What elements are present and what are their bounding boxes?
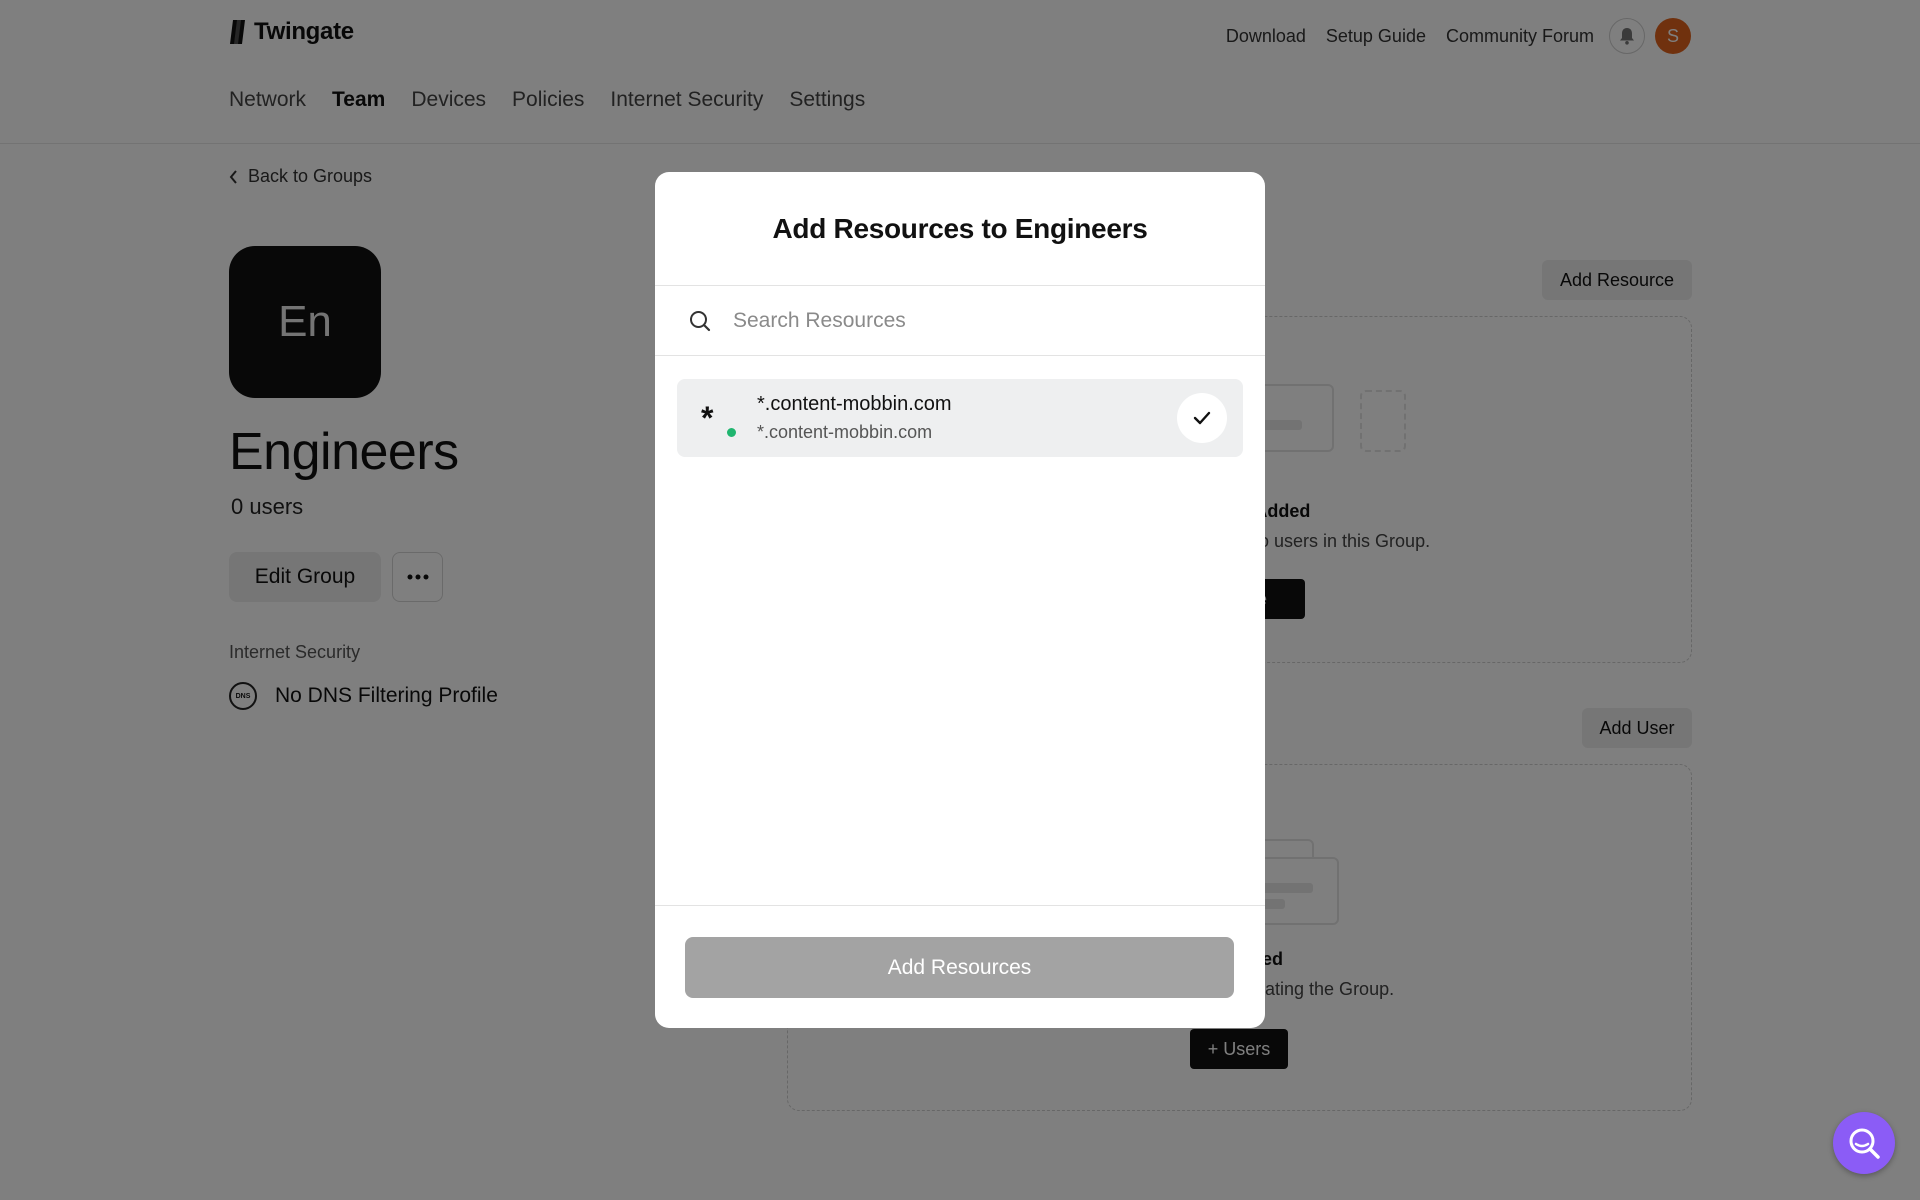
search-resources-input[interactable]: [733, 308, 1213, 333]
check-icon: [1193, 411, 1211, 425]
add-resources-modal: Add Resources to Engineers * *.content-m…: [655, 172, 1265, 1028]
modal-footer: Add Resources: [655, 905, 1265, 1028]
online-status-dot: [725, 426, 738, 439]
help-search-button[interactable]: [1833, 1112, 1895, 1174]
add-resources-submit-button[interactable]: Add Resources: [685, 937, 1234, 998]
search-icon: [690, 310, 711, 331]
resource-search-bar: [655, 286, 1265, 356]
resource-name: *.content-mobbin.com: [757, 393, 952, 415]
resource-selected-checkbox[interactable]: [1177, 393, 1227, 443]
resource-address: *.content-mobbin.com: [757, 422, 933, 442]
resource-list-item[interactable]: * *.content-mobbin.com *.content-mobbin.…: [677, 379, 1243, 457]
modal-title: Add Resources to Engineers: [655, 172, 1265, 286]
search-icon: [1849, 1128, 1880, 1159]
